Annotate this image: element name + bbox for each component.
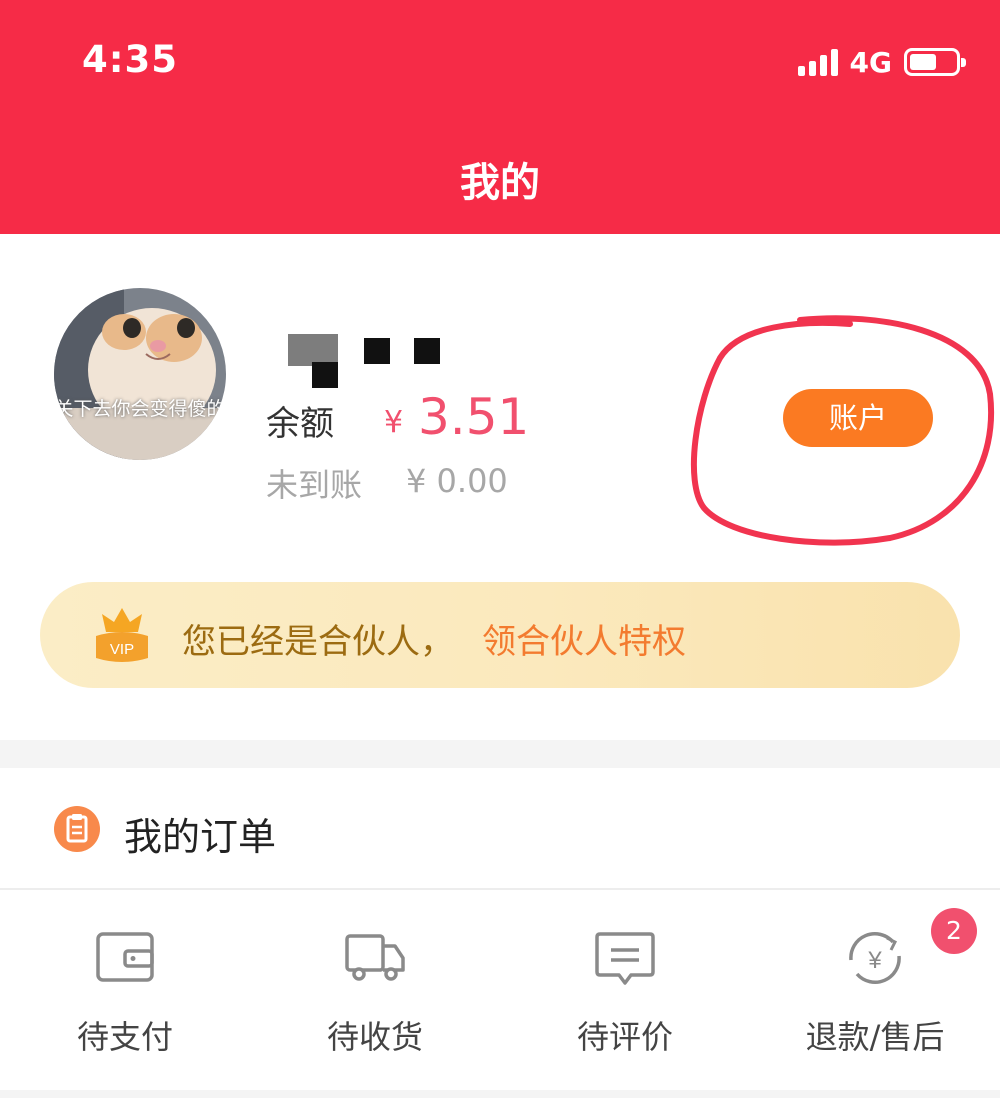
bottom-divider [0, 1090, 1000, 1098]
page-title: 我的 [460, 160, 540, 206]
top-header: 4:35 4G 我的 [0, 0, 1000, 234]
order-tab-pending-payment[interactable]: 待支付 [0, 900, 250, 1075]
pending-amount: ¥ 0.00 [406, 462, 508, 500]
order-tab-refund-after-sales[interactable]: ¥ 2 退款/售后 [750, 900, 1000, 1075]
balance-amount: 3.51 [418, 388, 530, 446]
order-tab-pending-review[interactable]: 待评价 [500, 900, 750, 1075]
status-time: 4:35 [82, 38, 179, 81]
truck-icon [345, 934, 405, 981]
signal-icon [797, 48, 838, 76]
refund-icon: ¥ [849, 932, 901, 984]
wallet-icon [96, 932, 154, 982]
pending-label: 未到账 [266, 466, 363, 504]
vip-privilege-link[interactable]: 领合伙人特权 [482, 614, 686, 663]
status-indicators: 4G [797, 44, 966, 80]
order-tab-label: 待评价 [576, 1018, 673, 1056]
order-tab-label: 待支付 [76, 1018, 173, 1056]
message-icon [595, 932, 655, 985]
orders-divider [0, 888, 1000, 890]
battery-icon [904, 48, 966, 76]
avatar[interactable]: 关下去你会变得傻的 [54, 288, 226, 460]
section-divider [0, 740, 1000, 768]
order-tab-label: 退款/售后 [805, 1018, 945, 1056]
clipboard-icon [54, 806, 100, 852]
refund-count-badge: 2 [931, 908, 977, 954]
vip-partner-banner[interactable]: VIP 您已经是合伙人， 领合伙人特权 [40, 582, 960, 688]
account-button[interactable]: 账户 [783, 389, 933, 447]
svg-text:¥: ¥ [867, 947, 882, 974]
vip-badge-text: VIP [110, 641, 134, 658]
vip-banner-text: 您已经是合伙人， [182, 622, 454, 662]
orders-section-title: 我的订单 [124, 815, 277, 859]
vip-crown-icon: VIP [96, 608, 148, 662]
network-type: 4G [849, 45, 892, 79]
currency-symbol: ¥ [384, 405, 404, 440]
avatar-caption: 关下去你会变得傻的 [54, 398, 226, 420]
order-tab-pending-receipt[interactable]: 待收货 [250, 900, 500, 1075]
order-tab-label: 待收货 [326, 1018, 423, 1056]
balance-label: 余额 [266, 404, 334, 444]
